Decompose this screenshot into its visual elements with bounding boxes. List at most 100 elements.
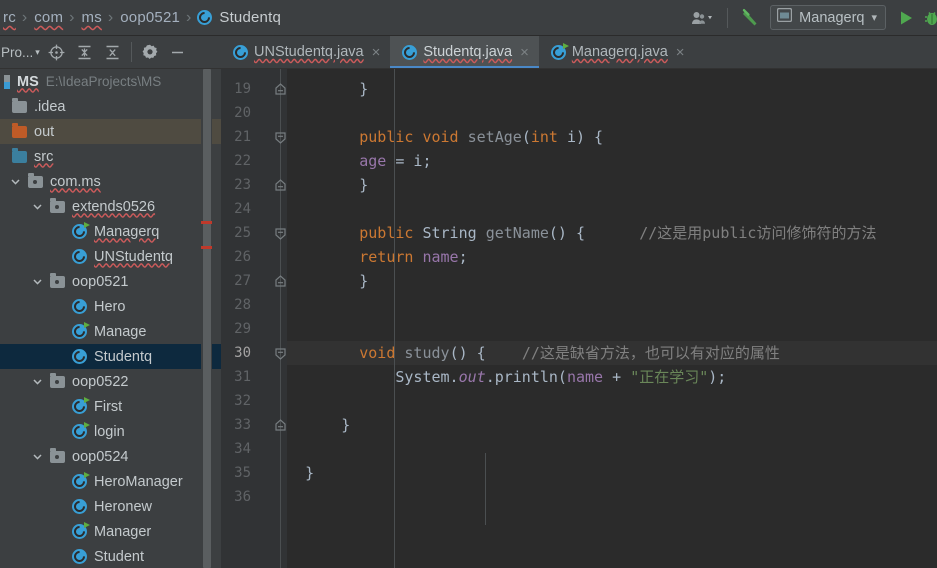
fold-end-icon[interactable] [273,269,288,293]
tree-row-student[interactable]: Student [0,544,221,568]
code-line[interactable]: } [287,269,937,293]
line-number[interactable]: 19 [221,77,251,101]
tree-row-idea[interactable]: .idea [0,94,221,119]
breadcrumb-item-com[interactable]: com [33,9,64,26]
code-line[interactable]: } [287,461,937,485]
code-line[interactable] [287,389,937,413]
line-number[interactable]: 28 [221,293,251,317]
project-toolwindow-title-button[interactable]: Pro... ▾ [1,45,42,60]
tree-row-oop0524[interactable]: oop0524 [0,444,221,469]
line-number[interactable]: 24 [221,197,251,221]
breadcrumb-item-ms[interactable]: ms [81,9,103,26]
code-line[interactable]: } [287,77,937,101]
code-line[interactable]: return name; [287,245,937,269]
chevron-down-icon[interactable] [31,450,44,463]
settings-gear-icon[interactable] [137,40,163,64]
code-line[interactable]: } [287,413,937,437]
editor-tab-managerq[interactable]: Managerq.java × [538,36,695,68]
editor-tab-unstudentq[interactable]: UNStudentq.java × [221,36,391,68]
code-line[interactable] [287,101,937,125]
close-icon[interactable]: × [676,44,685,61]
code-line[interactable]: age = i; [287,149,937,173]
chevron-down-icon[interactable]: ▾ [871,11,877,24]
tree-row-manager[interactable]: Manager [0,519,221,544]
chevron-down-icon[interactable] [31,275,44,288]
tree-row-src[interactable]: src [0,144,221,169]
code-line[interactable]: void study() { //这是缺省方法，也可以有对应的属性 [287,341,937,365]
fold-collapse-icon[interactable] [273,125,288,149]
code-line[interactable]: System.out.println(name + "正在学习"); [287,365,937,389]
breadcrumb-item-oop0521[interactable]: oop0521 [119,9,181,26]
code-line[interactable] [287,317,937,341]
fold-end-icon[interactable] [273,413,288,437]
tree-row-studentq[interactable]: Studentq [0,344,221,369]
line-number[interactable]: 20 [221,101,251,125]
locate-target-icon[interactable] [44,40,70,64]
code-line[interactable]: public String getName() { //这是用public访问修… [287,221,937,245]
tree-row-comms[interactable]: com.ms [0,169,221,194]
fold-collapse-icon[interactable] [273,221,288,245]
fold-collapse-icon[interactable] [273,341,288,365]
tree-row-heronew[interactable]: Heronew [0,494,221,519]
fold-end-icon[interactable] [273,77,288,101]
run-configuration-selector[interactable]: Managerq ▾ [770,5,886,30]
collapse-all-icon[interactable] [100,40,126,64]
breadcrumb[interactable]: rc › com › ms › oop0521 › Studentq [0,0,282,36]
tree-row-out[interactable]: out [0,119,221,144]
line-number[interactable]: 34 [221,437,251,461]
error-stripe-mark[interactable] [201,221,212,224]
tree-row-heromanager[interactable]: HeroManager [0,469,221,494]
breadcrumb-item-rc[interactable]: rc [2,9,17,26]
tree-row-login[interactable]: login [0,419,221,444]
chevron-down-icon[interactable] [31,375,44,388]
line-number[interactable]: 27 [221,269,251,293]
line-number[interactable]: 36 [221,485,251,509]
debug-bug-icon[interactable] [923,5,937,31]
user-avatar-icon[interactable] [691,5,715,31]
close-icon[interactable]: × [520,44,529,61]
code-line[interactable] [287,197,937,221]
tree-row-first[interactable]: First [0,394,221,419]
line-number[interactable]: 30 [221,341,251,365]
line-number[interactable]: 25 [221,221,251,245]
editor-tab-studentq[interactable]: Studentq.java × [390,36,540,68]
chevron-down-icon[interactable] [31,200,44,213]
run-triangle-icon[interactable] [897,5,915,31]
tree-row-oop0522[interactable]: oop0522 [0,369,221,394]
project-tree[interactable]: MS E:\IdeaProjects\MS .idea out src com.ms ext… [0,69,221,568]
hide-window-icon[interactable] [165,40,191,64]
code-line[interactable] [287,437,937,461]
editor-gutter[interactable]: 19 20 21 22 23 24 25 26 27 28 29 30 31 32 33 34 35 36 [221,69,287,568]
tree-row-managerq[interactable]: Managerq [0,219,221,244]
line-number[interactable]: 22 [221,149,251,173]
line-number[interactable]: 26 [221,245,251,269]
error-stripe-mark[interactable] [201,246,212,249]
code-line[interactable] [287,293,937,317]
code-text-area[interactable]: } public void setAge(int i) { age = i; }… [287,69,937,568]
code-line[interactable] [287,485,937,509]
tree-row-unstudentq[interactable]: UNStudentq [0,244,221,269]
line-number[interactable]: 33 [221,413,251,437]
fold-end-icon[interactable] [273,173,288,197]
project-tree-scrollbar[interactable] [201,69,212,568]
tree-row-manage[interactable]: Manage [0,319,221,344]
chevron-down-icon[interactable]: ▾ [35,47,40,58]
line-number[interactable]: 21 [221,125,251,149]
line-number[interactable]: 29 [221,317,251,341]
chevron-down-icon[interactable] [9,175,22,188]
line-number[interactable]: 23 [221,173,251,197]
code-line[interactable]: public void setAge(int i) { [287,125,937,149]
line-number[interactable]: 32 [221,389,251,413]
line-number[interactable]: 35 [221,461,251,485]
tree-row-extends0526[interactable]: extends0526 [0,194,221,219]
close-icon[interactable]: × [372,44,381,61]
code-line[interactable]: } [287,173,937,197]
code-editor[interactable]: 19 20 21 22 23 24 25 26 27 28 29 30 31 32 33 34 35 36 } p… [221,69,937,568]
expand-all-icon[interactable] [72,40,98,64]
build-hammer-icon[interactable] [740,5,762,31]
tree-row-hero[interactable]: Hero [0,294,221,319]
tree-row-ms[interactable]: MS E:\IdeaProjects\MS [0,69,221,94]
editor-tabbar[interactable]: UNStudentq.java × Studentq.java × Managerq.j… [221,36,937,69]
tree-row-oop0521[interactable]: oop0521 [0,269,221,294]
scrollbar-thumb[interactable] [203,69,211,568]
